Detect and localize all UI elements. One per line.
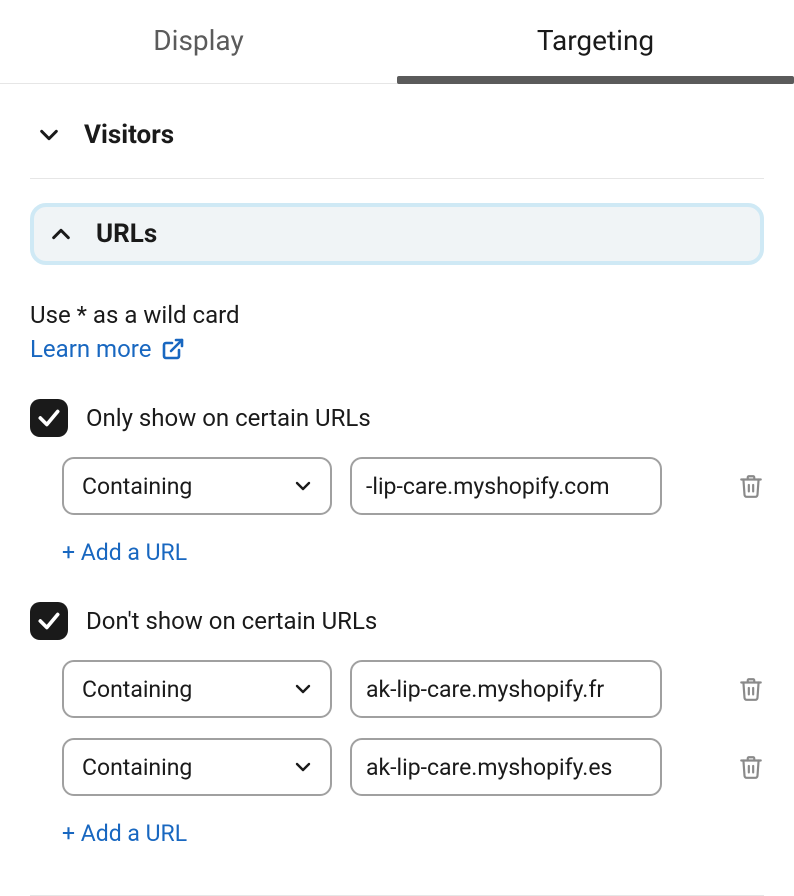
chevron-down-icon — [294, 758, 312, 776]
separator — [30, 178, 764, 179]
rule-operator-select[interactable]: Containing — [62, 457, 332, 515]
rule-operator-select[interactable]: Containing — [62, 660, 332, 718]
add-url-button[interactable]: + Add a URL — [62, 820, 187, 847]
rule-url-input[interactable] — [350, 457, 662, 515]
tab-display[interactable]: Display — [0, 0, 397, 83]
learn-more-link[interactable]: Learn more — [30, 335, 185, 363]
rule-operator-select[interactable]: Containing — [62, 738, 332, 796]
chevron-down-icon — [294, 680, 312, 698]
rule-operator-value: Containing — [82, 473, 192, 500]
rule-operator-value: Containing — [82, 754, 192, 781]
tab-display-label: Display — [153, 24, 243, 57]
tabs: Display Targeting — [0, 0, 794, 84]
only-show-group: Only show on certain URLs Containing — [30, 399, 764, 566]
add-url-button[interactable]: + Add a URL — [62, 539, 187, 566]
delete-rule-button[interactable] — [738, 753, 764, 781]
dont-show-label: Don't show on certain URLs — [86, 607, 377, 635]
rule-row: Containing — [62, 660, 764, 718]
rule-row: Containing — [62, 457, 764, 515]
tab-underline — [397, 76, 794, 84]
tab-targeting[interactable]: Targeting — [397, 0, 794, 83]
chevron-up-icon — [50, 223, 72, 245]
delete-rule-button[interactable] — [738, 472, 764, 500]
rule-url-input[interactable] — [350, 660, 662, 718]
dont-show-checkbox[interactable] — [30, 602, 68, 640]
section-header-urls[interactable]: URLs — [30, 203, 764, 265]
section-header-visitors[interactable]: Visitors — [30, 110, 764, 178]
external-link-icon — [161, 337, 185, 361]
dont-show-group: Don't show on certain URLs Containing — [30, 602, 764, 847]
chevron-down-icon — [38, 124, 60, 146]
visitors-title: Visitors — [84, 120, 174, 150]
rule-url-input[interactable] — [350, 738, 662, 796]
learn-more-label: Learn more — [30, 335, 151, 363]
only-show-label: Only show on certain URLs — [86, 404, 371, 432]
help-text: Use * as a wild card — [30, 301, 764, 329]
rule-row: Containing — [62, 738, 764, 796]
urls-title: URLs — [96, 219, 157, 249]
rule-operator-value: Containing — [82, 676, 192, 703]
delete-rule-button[interactable] — [738, 675, 764, 703]
tab-targeting-label: Targeting — [537, 24, 654, 57]
only-show-checkbox[interactable] — [30, 399, 68, 437]
chevron-down-icon — [294, 477, 312, 495]
